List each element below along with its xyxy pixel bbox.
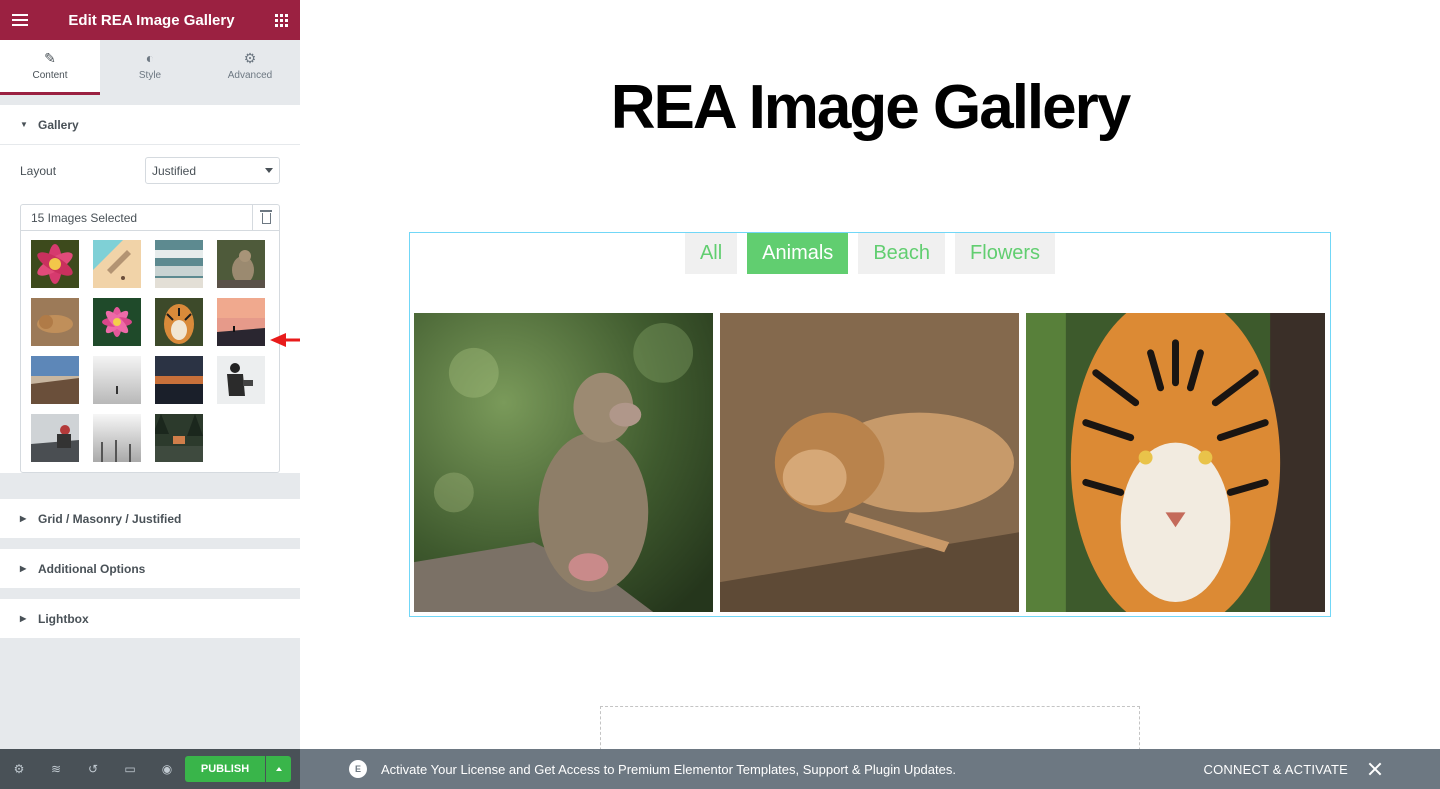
section-additional-options[interactable]: ▶ Additional Options — [0, 549, 300, 589]
thumbnail-grid — [21, 231, 279, 472]
trash-icon — [259, 210, 272, 224]
panel-footer: ⚙ ≋ ↺ ▭ ◉ PUBLISH — [0, 749, 300, 789]
connect-activate-link[interactable]: CONNECT & ACTIVATE — [1204, 762, 1348, 777]
close-icon[interactable] — [1368, 762, 1382, 776]
caret-right-icon: ▶ — [20, 514, 27, 523]
menu-icon[interactable] — [12, 14, 28, 26]
settings-icon[interactable]: ⚙ — [12, 762, 26, 776]
layout-control: Layout Justified — [0, 145, 300, 196]
publish-button[interactable]: PUBLISH — [185, 756, 265, 782]
filter-all[interactable]: All — [684, 233, 738, 274]
gallery-thumbnail[interactable] — [31, 298, 79, 346]
gallery-section: ▼ Gallery Layout Justified 15 Images Sel… — [0, 105, 300, 473]
filter-animals[interactable]: Animals — [747, 233, 849, 274]
gallery-thumbnail[interactable] — [93, 298, 141, 346]
filter-beach[interactable]: Beach — [858, 233, 946, 274]
page-title: REA Image Gallery — [610, 73, 1132, 142]
caret-down-icon: ▼ — [20, 120, 28, 129]
images-selected-count: 15 Images Selected — [31, 210, 138, 225]
gallery-image-tiger[interactable] — [1026, 313, 1325, 612]
pencil-icon: ✎ — [44, 50, 56, 66]
tab-advanced[interactable]: ⚙ Advanced — [200, 40, 300, 95]
section-grid-masonry[interactable]: ▶ Grid / Masonry / Justified — [0, 499, 300, 539]
chevron-down-icon — [265, 168, 273, 173]
tab-content[interactable]: ✎ Content — [0, 40, 100, 95]
layers-icon[interactable]: ≋ — [49, 762, 63, 776]
elementor-logo-icon: E — [349, 760, 367, 778]
image-gallery-widget[interactable]: All Animals Beach Flowers — [409, 232, 1331, 617]
gallery-thumbnail[interactable] — [155, 414, 203, 462]
panel-title: Edit REA Image Gallery — [68, 11, 235, 29]
license-notice-bar: E Activate Your License and Get Access t… — [300, 749, 1440, 789]
gallery-image-lion[interactable] — [720, 313, 1019, 612]
filter-bar: All Animals Beach Flowers — [410, 233, 1330, 274]
gallery-thumbnail[interactable] — [217, 240, 265, 288]
gallery-thumbnail[interactable] — [93, 240, 141, 288]
caret-right-icon: ▶ — [20, 614, 27, 623]
panel-header: Edit REA Image Gallery — [0, 0, 300, 40]
gallery-picker[interactable]: 15 Images Selected — [20, 204, 280, 473]
panel-tabs: ✎ Content ◐ Style ⚙ Advanced — [0, 40, 300, 95]
layout-select[interactable]: Justified — [145, 157, 280, 184]
preview-icon[interactable]: ◉ — [160, 762, 174, 776]
editor-panel: Edit REA Image Gallery ✎ Content ◐ Style… — [0, 0, 300, 789]
widgets-grid-icon[interactable] — [274, 13, 288, 27]
gallery-thumbnail[interactable] — [31, 414, 79, 462]
gallery-thumbnail[interactable] — [93, 414, 141, 462]
clear-gallery-button[interactable] — [252, 204, 279, 231]
tab-style[interactable]: ◐ Style — [100, 40, 200, 95]
gallery-section-header[interactable]: ▼ Gallery — [0, 105, 300, 145]
publish-options-button[interactable] — [266, 756, 291, 782]
gallery-thumbnail[interactable] — [31, 240, 79, 288]
responsive-icon[interactable]: ▭ — [123, 762, 137, 776]
layout-label: Layout — [20, 163, 57, 178]
gallery-thumbnail[interactable] — [217, 356, 265, 404]
gallery-thumbnail[interactable] — [155, 240, 203, 288]
chevron-up-icon — [275, 767, 282, 771]
gallery-thumbnail[interactable] — [155, 356, 203, 404]
gallery-thumbnail[interactable] — [155, 298, 203, 346]
filter-flowers[interactable]: Flowers — [955, 233, 1056, 274]
gallery-thumbnail[interactable] — [31, 356, 79, 404]
caret-right-icon: ▶ — [20, 564, 27, 573]
notice-message: Activate Your License and Get Access to … — [381, 761, 956, 777]
preview-canvas: REA Image Gallery All Animals Beach Flow… — [300, 0, 1440, 766]
half-circle-icon: ◐ — [145, 50, 155, 66]
gallery-thumbnail[interactable] — [217, 298, 265, 346]
gear-icon: ⚙ — [243, 50, 257, 66]
gallery-thumbnail[interactable] — [93, 356, 141, 404]
section-lightbox[interactable]: ▶ Lightbox — [0, 599, 300, 639]
gallery-images — [414, 313, 1325, 612]
gallery-image-baboon[interactable] — [414, 313, 713, 612]
history-icon[interactable]: ↺ — [86, 762, 100, 776]
